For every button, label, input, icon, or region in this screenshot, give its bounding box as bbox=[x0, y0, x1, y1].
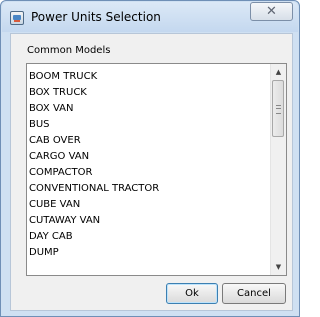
list-item[interactable]: DAY CAB bbox=[27, 229, 271, 245]
list-item[interactable]: BOOM TRUCK bbox=[27, 69, 271, 85]
list-item[interactable]: CUTAWAY VAN bbox=[27, 213, 271, 229]
scrollbar-thumb[interactable] bbox=[272, 80, 284, 137]
list-item[interactable]: CARGO VAN bbox=[27, 149, 271, 165]
models-list: BOOM TRUCK BOX TRUCK BOX VAN BUS CAB OVE… bbox=[27, 69, 271, 261]
list-item[interactable]: BOX VAN bbox=[27, 101, 271, 117]
list-item[interactable]: COMPACTOR bbox=[27, 165, 271, 181]
app-window-icon bbox=[10, 11, 24, 25]
ok-button[interactable]: Ok bbox=[166, 283, 218, 304]
list-item[interactable]: BUS bbox=[27, 117, 271, 133]
list-item[interactable]: CONVENTIONAL TRACTOR bbox=[27, 181, 271, 197]
grip-icon bbox=[276, 105, 281, 114]
models-listbox[interactable]: BOOM TRUCK BOX TRUCK BOX VAN BUS CAB OVE… bbox=[26, 63, 287, 276]
window-title: Power Units Selection bbox=[31, 10, 161, 24]
scroll-down-arrow-icon[interactable]: ▼ bbox=[271, 259, 286, 275]
scroll-up-arrow-icon[interactable]: ▲ bbox=[271, 64, 286, 80]
cancel-button[interactable]: Cancel bbox=[222, 283, 286, 304]
vertical-scrollbar[interactable]: ▲ ▼ bbox=[270, 64, 286, 275]
list-item[interactable]: BOX TRUCK bbox=[27, 85, 271, 101]
close-button[interactable]: ✕ bbox=[250, 2, 293, 21]
common-models-label: Common Models bbox=[27, 45, 111, 56]
list-item[interactable]: DUMP bbox=[27, 245, 271, 261]
list-item[interactable]: CUBE VAN bbox=[27, 197, 271, 213]
list-item[interactable]: CAB OVER bbox=[27, 133, 271, 149]
